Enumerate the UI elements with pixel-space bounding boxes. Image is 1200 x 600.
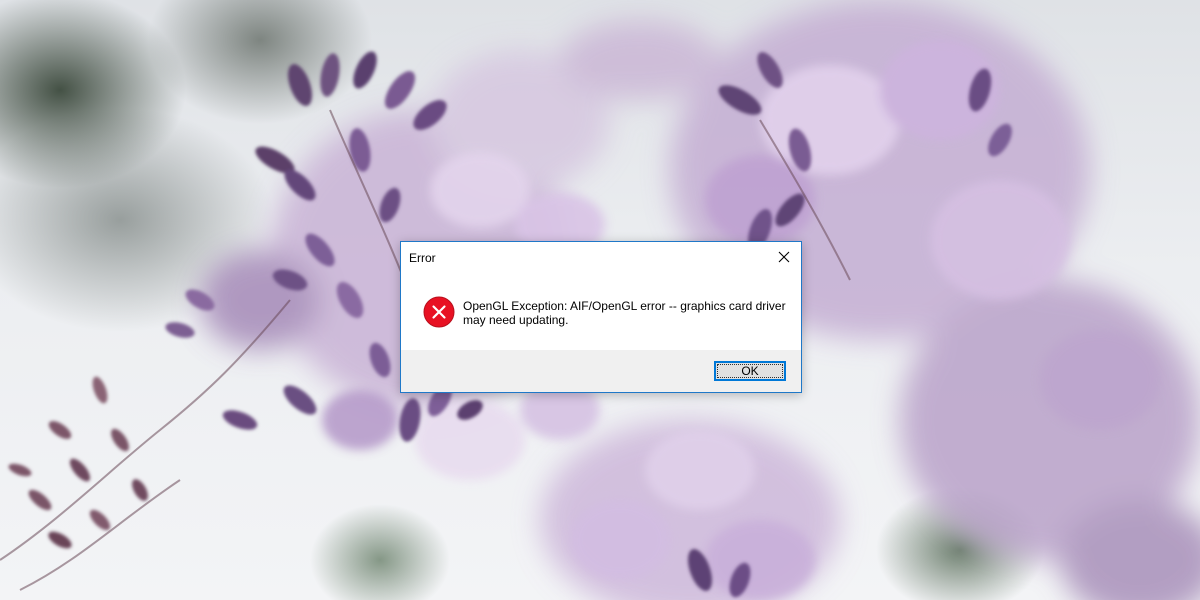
dialog-body: OpenGL Exception: AIF/OpenGL error -- gr… [401, 272, 801, 350]
dialog-title: Error [409, 251, 436, 265]
ok-button[interactable]: OK [714, 361, 786, 381]
error-message: OpenGL Exception: AIF/OpenGL error -- gr… [463, 299, 786, 327]
close-icon [778, 251, 790, 263]
error-icon [423, 296, 455, 328]
close-button[interactable] [767, 242, 801, 272]
error-dialog: Error OpenGL Exception: AIF/OpenGL error… [400, 241, 802, 393]
dialog-titlebar[interactable]: Error [401, 242, 801, 272]
dialog-footer: OK [401, 350, 801, 392]
